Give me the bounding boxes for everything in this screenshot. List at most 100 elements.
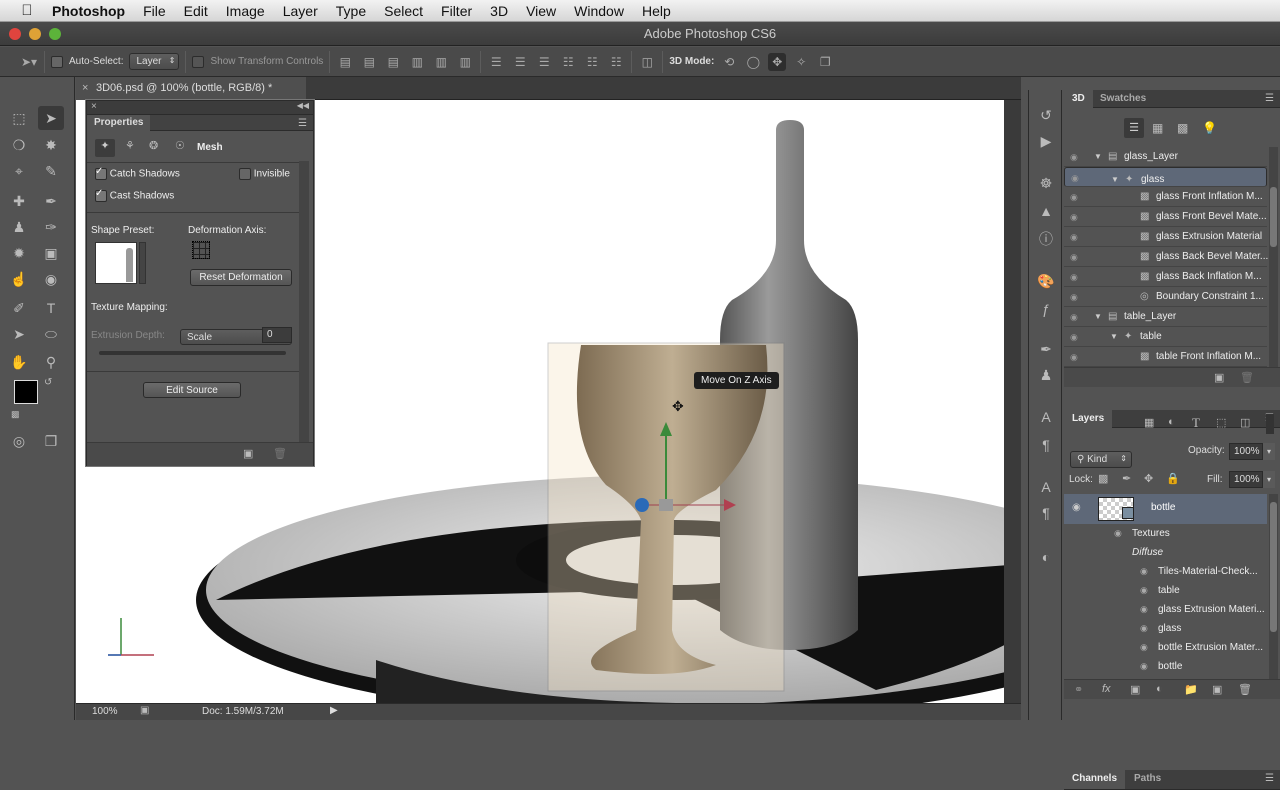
tab-layers[interactable]: Layers [1064, 410, 1113, 429]
minimize-window-button[interactable] [29, 28, 41, 40]
3d-tree-row[interactable]: ◉ ▼ ✦ glass [1064, 167, 1267, 187]
layer-filter-dropdown[interactable]: ⚲ Kind ⇕ [1070, 451, 1132, 468]
texture-item[interactable]: ◉ bottle [1064, 657, 1258, 676]
materials-filter-icon[interactable]: ▩ [1177, 118, 1188, 138]
menu-window[interactable]: Window [565, 3, 633, 19]
menu-type[interactable]: Type [327, 3, 375, 19]
actions-icon[interactable]: ▶ [1035, 130, 1057, 152]
texture-item[interactable]: ◉ table [1064, 581, 1258, 600]
tab-swatches[interactable]: Swatches [1092, 90, 1154, 108]
delete-layer-icon[interactable]: 🗑 [1238, 683, 1252, 696]
texture-item[interactable]: ◉ Tiles-Material-Check... [1064, 562, 1258, 581]
deform-icon[interactable]: ⚘ [125, 139, 135, 152]
menu-3d[interactable]: 3D [481, 3, 517, 19]
disclosure-triangle-icon[interactable]: ▼ [1094, 307, 1102, 327]
ellipse-tool-icon[interactable]: ⬭ [38, 322, 64, 346]
type-tool-icon[interactable]: T [38, 296, 64, 320]
path-selection-tool-icon[interactable]: ➤ [6, 322, 32, 346]
trash-icon[interactable]: 🗑 [273, 447, 287, 460]
default-colors-icon[interactable]: ▩ [11, 409, 20, 420]
lights-filter-icon[interactable]: 💡 [1202, 118, 1217, 138]
info-icon[interactable]: ⓘ [1035, 228, 1057, 250]
visibility-eye-icon[interactable]: ◉ [1070, 307, 1078, 327]
quick-mask-icon[interactable]: ◎ [6, 429, 32, 453]
visibility-eye-icon[interactable]: ◉ [1070, 207, 1078, 227]
menu-select[interactable]: Select [375, 3, 432, 19]
visibility-eye-icon[interactable]: ◉ [1071, 168, 1079, 188]
document-tab[interactable]: × 3D06.psd @ 100% (bottle, RGB/8) * [76, 77, 306, 100]
filter-toggle[interactable] [1266, 414, 1274, 434]
visibility-eye-icon[interactable]: ◉ [1070, 187, 1078, 207]
distribute-bottom-icon[interactable]: ☰ [535, 53, 553, 71]
visibility-eye-icon[interactable]: ◉ [1070, 147, 1078, 167]
edit-source-button[interactable]: Edit Source [143, 382, 241, 398]
visibility-eye-icon[interactable]: ◉ [1070, 347, 1078, 367]
slide-3d-icon[interactable]: ✧ [792, 53, 810, 71]
3d-tree-row[interactable]: ◉ ▼ ▤ glass_Layer [1064, 147, 1267, 167]
blur-tool-icon[interactable]: ☝ [6, 267, 32, 291]
reset-deformation-button[interactable]: Reset Deformation [190, 269, 292, 286]
distribute-left-icon[interactable]: ☷ [559, 53, 577, 71]
tab-paths[interactable]: Paths [1126, 770, 1169, 788]
rotate-3d-icon[interactable]: ⟲ [720, 53, 738, 71]
pen-tool-icon[interactable]: ✐ [6, 296, 32, 320]
adjustment-filter-icon[interactable]: ◐ [1168, 416, 1175, 428]
distribute-hcenter-icon[interactable]: ☷ [583, 53, 601, 71]
tab-3d[interactable]: 3D [1064, 90, 1093, 109]
styles-icon[interactable]: ƒ [1035, 298, 1057, 320]
visibility-eye-icon[interactable]: ◉ [1070, 227, 1078, 247]
z-axis-gizmo[interactable] [635, 498, 649, 512]
extrusion-depth-slider[interactable] [99, 351, 286, 355]
zoom-tool-icon[interactable]: ⚲ [38, 350, 64, 374]
new-group-icon[interactable]: 📁 [1184, 683, 1198, 696]
shape-filter-icon[interactable]: ⬚ [1216, 416, 1226, 429]
align-vcenter-icon[interactable]: ▤ [360, 53, 378, 71]
menu-photoshop[interactable]: Photoshop [42, 3, 134, 19]
magic-wand-tool-icon[interactable]: ✸ [38, 133, 64, 157]
swap-colors-icon[interactable]: ↺ [44, 377, 52, 388]
panel-menu-icon[interactable]: ☰ [1265, 773, 1274, 784]
close-document-icon[interactable]: × [82, 77, 88, 100]
3d-tree-row[interactable]: ◉ ▼ ▤ table_Layer [1064, 307, 1267, 327]
adjustment-layer-icon[interactable]: ◐ [1156, 683, 1163, 695]
eraser-tool-icon[interactable]: ✹ [6, 241, 32, 265]
disclosure-triangle-icon[interactable]: ▼ [1094, 147, 1102, 167]
coordinates-icon[interactable]: ☉ [175, 139, 185, 152]
3d-tree-row[interactable]: ◉ ▩ glass Front Inflation M... [1064, 187, 1267, 207]
hand-tool-icon[interactable]: ✋ [6, 350, 32, 374]
properties-scrollbar[interactable] [299, 161, 309, 457]
diffuse-group[interactable]: Diffuse [1064, 543, 1258, 562]
layers-scrollbar[interactable] [1269, 494, 1278, 679]
texture-item[interactable]: ◉ bottle Extrusion Mater... [1064, 638, 1263, 657]
align-right-icon[interactable]: ▥ [456, 53, 474, 71]
distribute-right-icon[interactable]: ☷ [607, 53, 625, 71]
drag-3d-icon[interactable]: ✥ [768, 52, 787, 71]
shape-preset-picker[interactable] [95, 242, 137, 284]
menu-view[interactable]: View [517, 3, 565, 19]
history-brush-tool-icon[interactable]: ✑ [38, 215, 64, 239]
paragraph-icon[interactable]: ¶ [1035, 434, 1057, 456]
3d-tree-scrollbar[interactable] [1269, 147, 1278, 367]
type-filter-icon[interactable]: T [1192, 415, 1200, 431]
visibility-eye-icon[interactable]: ◉ [1140, 562, 1148, 581]
clone-stamp-tool-icon[interactable]: ♟ [6, 215, 32, 239]
eyedropper-tool-icon[interactable]: ✎ [38, 159, 64, 183]
menu-help[interactable]: Help [633, 3, 680, 19]
visibility-eye-icon[interactable]: ◉ [1140, 657, 1148, 676]
clone-source-icon[interactable]: ♟ [1035, 364, 1057, 386]
mesh-icon[interactable]: ✦ [95, 139, 115, 157]
menu-file[interactable]: File [134, 3, 175, 19]
menu-image[interactable]: Image [217, 3, 274, 19]
paragraph-styles-icon[interactable]: ¶ [1035, 502, 1057, 524]
visibility-eye-icon[interactable]: ◉ [1140, 581, 1148, 600]
zoom-window-button[interactable] [49, 28, 61, 40]
status-export-icon[interactable]: ▣ [140, 705, 149, 716]
brush-tool-icon[interactable]: ✒ [38, 189, 64, 213]
lasso-tool-icon[interactable]: ❍ [6, 133, 32, 157]
align-top-icon[interactable]: ▤ [336, 53, 354, 71]
texture-item[interactable]: ◉ glass Extrusion Materi... [1064, 600, 1265, 619]
distribute-vcenter-icon[interactable]: ☰ [511, 53, 529, 71]
panel-menu-icon[interactable]: ☰ [298, 118, 307, 129]
properties-header[interactable]: × ◀◀ [87, 101, 313, 115]
scale-3d-icon[interactable]: ❐ [816, 53, 834, 71]
